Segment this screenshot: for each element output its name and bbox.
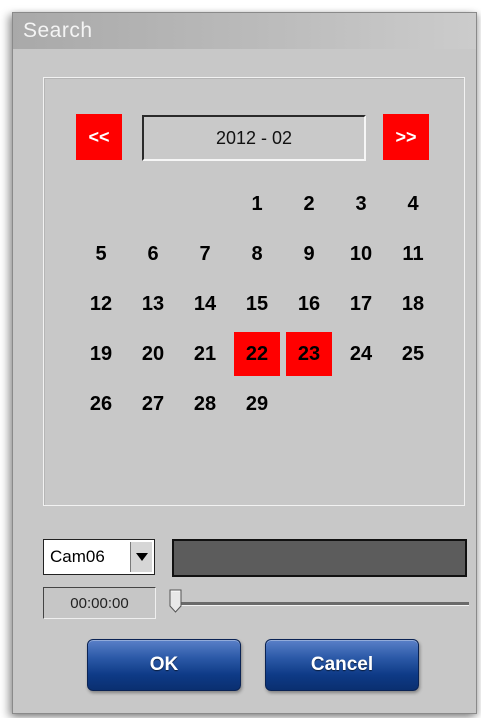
calendar-day-1[interactable]: 1 [234,182,280,226]
calendar-day-18[interactable]: 18 [390,282,436,326]
time-display: 00:00:00 [43,587,156,619]
calendar-day-23[interactable]: 23 [286,332,332,376]
calendar-day-3[interactable]: 3 [338,182,384,226]
ok-button[interactable]: OK [87,639,241,691]
time-slider-track[interactable] [173,602,469,606]
calendar-day-28[interactable]: 28 [182,382,228,426]
next-month-button[interactable]: >> [383,114,429,160]
calendar-day-11[interactable]: 11 [390,232,436,276]
month-display: 2012 - 02 [142,115,366,161]
calendar-day-27[interactable]: 27 [130,382,176,426]
calendar-day-9[interactable]: 9 [286,232,332,276]
calendar-day-10[interactable]: 10 [338,232,384,276]
calendar-day-22[interactable]: 22 [234,332,280,376]
camera-select-value: Cam06 [50,547,105,566]
calendar-day-19[interactable]: 19 [78,332,124,376]
camera-timeline-bar [172,539,467,577]
calendar-day-14[interactable]: 14 [182,282,228,326]
calendar-day-12[interactable]: 12 [78,282,124,326]
calendar-day-24[interactable]: 24 [338,332,384,376]
calendar-day-21[interactable]: 21 [182,332,228,376]
calendar-day-20[interactable]: 20 [130,332,176,376]
calendar-day-13[interactable]: 13 [130,282,176,326]
title-bar[interactable]: Search [13,13,476,49]
calendar-panel: << 2012 - 02 >> 1 2 3 4 5 6 7 8 9 10 11 12 13 14 15 16 1… [43,77,465,506]
time-slider-thumb[interactable] [169,589,182,613]
cancel-button[interactable]: Cancel [265,639,419,691]
calendar-day-29[interactable]: 29 [234,382,280,426]
calendar-day-17[interactable]: 17 [338,282,384,326]
camera-select[interactable]: Cam06 [43,539,155,575]
calendar-day-26[interactable]: 26 [78,382,124,426]
calendar-day-15[interactable]: 15 [234,282,280,326]
calendar-day-7[interactable]: 7 [182,232,228,276]
window-title: Search [23,19,93,42]
calendar-day-5[interactable]: 5 [78,232,124,276]
chevron-down-icon[interactable] [130,542,152,572]
calendar-day-16[interactable]: 16 [286,282,332,326]
search-dialog: Search << 2012 - 02 >> 1 2 3 4 5 6 7 8 9 10 11 12 13… [12,12,477,714]
calendar-day-2[interactable]: 2 [286,182,332,226]
calendar-day-8[interactable]: 8 [234,232,280,276]
calendar-day-6[interactable]: 6 [130,232,176,276]
calendar-day-25[interactable]: 25 [390,332,436,376]
prev-month-button[interactable]: << [76,114,122,160]
calendar-day-4[interactable]: 4 [390,182,436,226]
